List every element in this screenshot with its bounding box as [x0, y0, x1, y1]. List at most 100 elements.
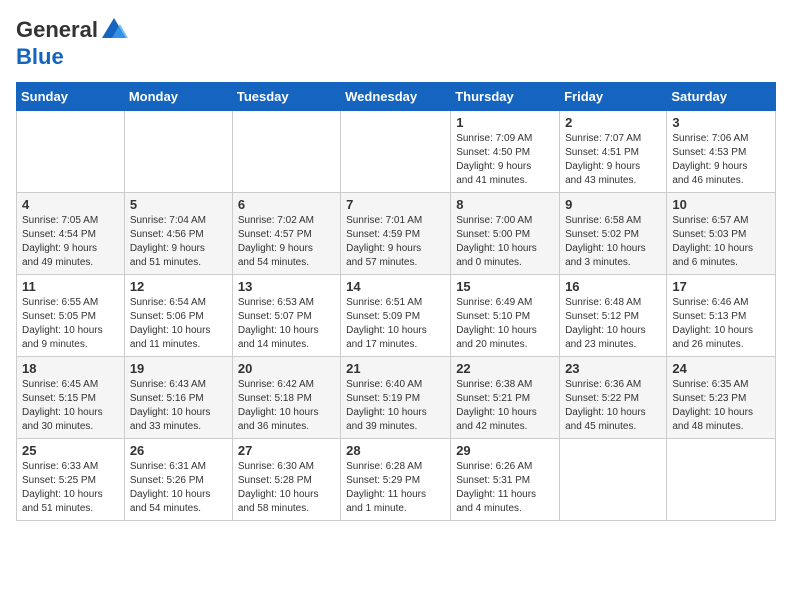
- day-number: 2: [565, 115, 661, 130]
- day-info: Sunrise: 6:51 AM Sunset: 5:09 PM Dayligh…: [346, 296, 445, 352]
- day-number: 19: [130, 361, 227, 376]
- day-number: 27: [238, 443, 335, 458]
- day-number: 4: [22, 197, 119, 212]
- day-number: 26: [130, 443, 227, 458]
- calendar-cell: 15 Sunrise: 6:49 AM Sunset: 5:10 PM Dayli…: [451, 275, 560, 357]
- calendar-cell: 3 Sunrise: 7:06 AM Sunset: 4:53 PM Daylig…: [667, 111, 776, 193]
- day-number: 14: [346, 279, 445, 294]
- calendar-cell: 20 Sunrise: 6:42 AM Sunset: 5:18 PM Dayli…: [232, 357, 340, 439]
- day-info: Sunrise: 6:43 AM Sunset: 5:16 PM Dayligh…: [130, 378, 227, 434]
- day-info: Sunrise: 7:00 AM Sunset: 5:00 PM Dayligh…: [456, 214, 554, 270]
- day-info: Sunrise: 7:04 AM Sunset: 4:56 PM Dayligh…: [130, 214, 227, 270]
- day-info: Sunrise: 6:55 AM Sunset: 5:05 PM Dayligh…: [22, 296, 119, 352]
- day-info: Sunrise: 7:06 AM Sunset: 4:53 PM Dayligh…: [672, 132, 770, 188]
- calendar-cell: 11 Sunrise: 6:55 AM Sunset: 5:05 PM Dayli…: [17, 275, 125, 357]
- weekday-header-row: SundayMondayTuesdayWednesdayThursdayFrid…: [17, 83, 776, 111]
- calendar-cell: [17, 111, 125, 193]
- calendar-cell: 17 Sunrise: 6:46 AM Sunset: 5:13 PM Dayli…: [667, 275, 776, 357]
- day-number: 23: [565, 361, 661, 376]
- day-number: 12: [130, 279, 227, 294]
- weekday-header-monday: Monday: [124, 83, 232, 111]
- logo-icon: [100, 16, 128, 44]
- calendar-cell: [124, 111, 232, 193]
- day-number: 8: [456, 197, 554, 212]
- day-info: Sunrise: 6:36 AM Sunset: 5:22 PM Dayligh…: [565, 378, 661, 434]
- day-info: Sunrise: 6:42 AM Sunset: 5:18 PM Dayligh…: [238, 378, 335, 434]
- day-info: Sunrise: 6:40 AM Sunset: 5:19 PM Dayligh…: [346, 378, 445, 434]
- weekday-header-friday: Friday: [560, 83, 667, 111]
- calendar-cell: 29 Sunrise: 6:26 AM Sunset: 5:31 PM Dayli…: [451, 439, 560, 521]
- day-info: Sunrise: 7:05 AM Sunset: 4:54 PM Dayligh…: [22, 214, 119, 270]
- calendar-cell: 4 Sunrise: 7:05 AM Sunset: 4:54 PM Daylig…: [17, 193, 125, 275]
- day-number: 28: [346, 443, 445, 458]
- logo-blue-text: Blue: [16, 44, 128, 70]
- day-info: Sunrise: 6:54 AM Sunset: 5:06 PM Dayligh…: [130, 296, 227, 352]
- calendar-cell: 10Sunrise: 6:57 AM Sunset: 5:03 PM Dayli…: [667, 193, 776, 275]
- calendar-table: SundayMondayTuesdayWednesdayThursdayFrid…: [16, 82, 776, 521]
- calendar-week-row: 4 Sunrise: 7:05 AM Sunset: 4:54 PM Daylig…: [17, 193, 776, 275]
- calendar-cell: 28 Sunrise: 6:28 AM Sunset: 5:29 PM Dayli…: [341, 439, 451, 521]
- calendar-week-row: 25 Sunrise: 6:33 AM Sunset: 5:25 PM Dayli…: [17, 439, 776, 521]
- weekday-header-saturday: Saturday: [667, 83, 776, 111]
- calendar-cell: 7 Sunrise: 7:01 AM Sunset: 4:59 PM Daylig…: [341, 193, 451, 275]
- calendar-cell: 8 Sunrise: 7:00 AM Sunset: 5:00 PM Daylig…: [451, 193, 560, 275]
- calendar-cell: 25 Sunrise: 6:33 AM Sunset: 5:25 PM Dayli…: [17, 439, 125, 521]
- day-number: 22: [456, 361, 554, 376]
- calendar-cell: 13 Sunrise: 6:53 AM Sunset: 5:07 PM Dayli…: [232, 275, 340, 357]
- calendar-cell: 9Sunrise: 6:58 AM Sunset: 5:02 PM Daylig…: [560, 193, 667, 275]
- day-info: Sunrise: 7:02 AM Sunset: 4:57 PM Dayligh…: [238, 214, 335, 270]
- day-number: 7: [346, 197, 445, 212]
- calendar-cell: 19 Sunrise: 6:43 AM Sunset: 5:16 PM Dayli…: [124, 357, 232, 439]
- day-info: Sunrise: 6:35 AM Sunset: 5:23 PM Dayligh…: [672, 378, 770, 434]
- calendar-cell: 5Sunrise: 7:04 AM Sunset: 4:56 PM Daylig…: [124, 193, 232, 275]
- day-number: 29: [456, 443, 554, 458]
- calendar-cell: 23 Sunrise: 6:36 AM Sunset: 5:22 PM Dayli…: [560, 357, 667, 439]
- day-number: 17: [672, 279, 770, 294]
- day-number: 21: [346, 361, 445, 376]
- page-header: General Blue: [16, 16, 776, 70]
- calendar-week-row: 18Sunrise: 6:45 AM Sunset: 5:15 PM Dayli…: [17, 357, 776, 439]
- calendar-cell: 16 Sunrise: 6:48 AM Sunset: 5:12 PM Dayli…: [560, 275, 667, 357]
- day-number: 20: [238, 361, 335, 376]
- calendar-cell: 18Sunrise: 6:45 AM Sunset: 5:15 PM Dayli…: [17, 357, 125, 439]
- day-number: 18: [22, 361, 119, 376]
- day-info: Sunrise: 7:01 AM Sunset: 4:59 PM Dayligh…: [346, 214, 445, 270]
- calendar-cell: 1 Sunrise: 7:09 AM Sunset: 4:50 PM Daylig…: [451, 111, 560, 193]
- weekday-header-tuesday: Tuesday: [232, 83, 340, 111]
- day-number: 10: [672, 197, 770, 212]
- day-info: Sunrise: 6:26 AM Sunset: 5:31 PM Dayligh…: [456, 460, 554, 516]
- weekday-header-wednesday: Wednesday: [341, 83, 451, 111]
- day-info: Sunrise: 6:33 AM Sunset: 5:25 PM Dayligh…: [22, 460, 119, 516]
- day-number: 25: [22, 443, 119, 458]
- day-info: Sunrise: 6:48 AM Sunset: 5:12 PM Dayligh…: [565, 296, 661, 352]
- weekday-header-sunday: Sunday: [17, 83, 125, 111]
- day-number: 3: [672, 115, 770, 130]
- day-info: Sunrise: 6:49 AM Sunset: 5:10 PM Dayligh…: [456, 296, 554, 352]
- day-info: Sunrise: 6:30 AM Sunset: 5:28 PM Dayligh…: [238, 460, 335, 516]
- calendar-cell: 27 Sunrise: 6:30 AM Sunset: 5:28 PM Dayli…: [232, 439, 340, 521]
- calendar-cell: 21 Sunrise: 6:40 AM Sunset: 5:19 PM Dayli…: [341, 357, 451, 439]
- day-info: Sunrise: 6:53 AM Sunset: 5:07 PM Dayligh…: [238, 296, 335, 352]
- day-info: Sunrise: 6:58 AM Sunset: 5:02 PM Dayligh…: [565, 214, 661, 270]
- day-number: 1: [456, 115, 554, 130]
- day-info: Sunrise: 6:31 AM Sunset: 5:26 PM Dayligh…: [130, 460, 227, 516]
- day-info: Sunrise: 6:46 AM Sunset: 5:13 PM Dayligh…: [672, 296, 770, 352]
- calendar-cell: 22 Sunrise: 6:38 AM Sunset: 5:21 PM Dayli…: [451, 357, 560, 439]
- calendar-cell: 14 Sunrise: 6:51 AM Sunset: 5:09 PM Dayli…: [341, 275, 451, 357]
- day-number: 16: [565, 279, 661, 294]
- day-number: 11: [22, 279, 119, 294]
- calendar-cell: [667, 439, 776, 521]
- day-info: Sunrise: 6:38 AM Sunset: 5:21 PM Dayligh…: [456, 378, 554, 434]
- logo: General Blue: [16, 16, 128, 70]
- calendar-cell: 2 Sunrise: 7:07 AM Sunset: 4:51 PM Daylig…: [560, 111, 667, 193]
- day-number: 15: [456, 279, 554, 294]
- day-number: 13: [238, 279, 335, 294]
- calendar-week-row: 1 Sunrise: 7:09 AM Sunset: 4:50 PM Daylig…: [17, 111, 776, 193]
- day-info: Sunrise: 6:28 AM Sunset: 5:29 PM Dayligh…: [346, 460, 445, 516]
- calendar-cell: [560, 439, 667, 521]
- day-info: Sunrise: 7:07 AM Sunset: 4:51 PM Dayligh…: [565, 132, 661, 188]
- calendar-cell: 26 Sunrise: 6:31 AM Sunset: 5:26 PM Dayli…: [124, 439, 232, 521]
- day-info: Sunrise: 7:09 AM Sunset: 4:50 PM Dayligh…: [456, 132, 554, 188]
- calendar-week-row: 11 Sunrise: 6:55 AM Sunset: 5:05 PM Dayli…: [17, 275, 776, 357]
- weekday-header-thursday: Thursday: [451, 83, 560, 111]
